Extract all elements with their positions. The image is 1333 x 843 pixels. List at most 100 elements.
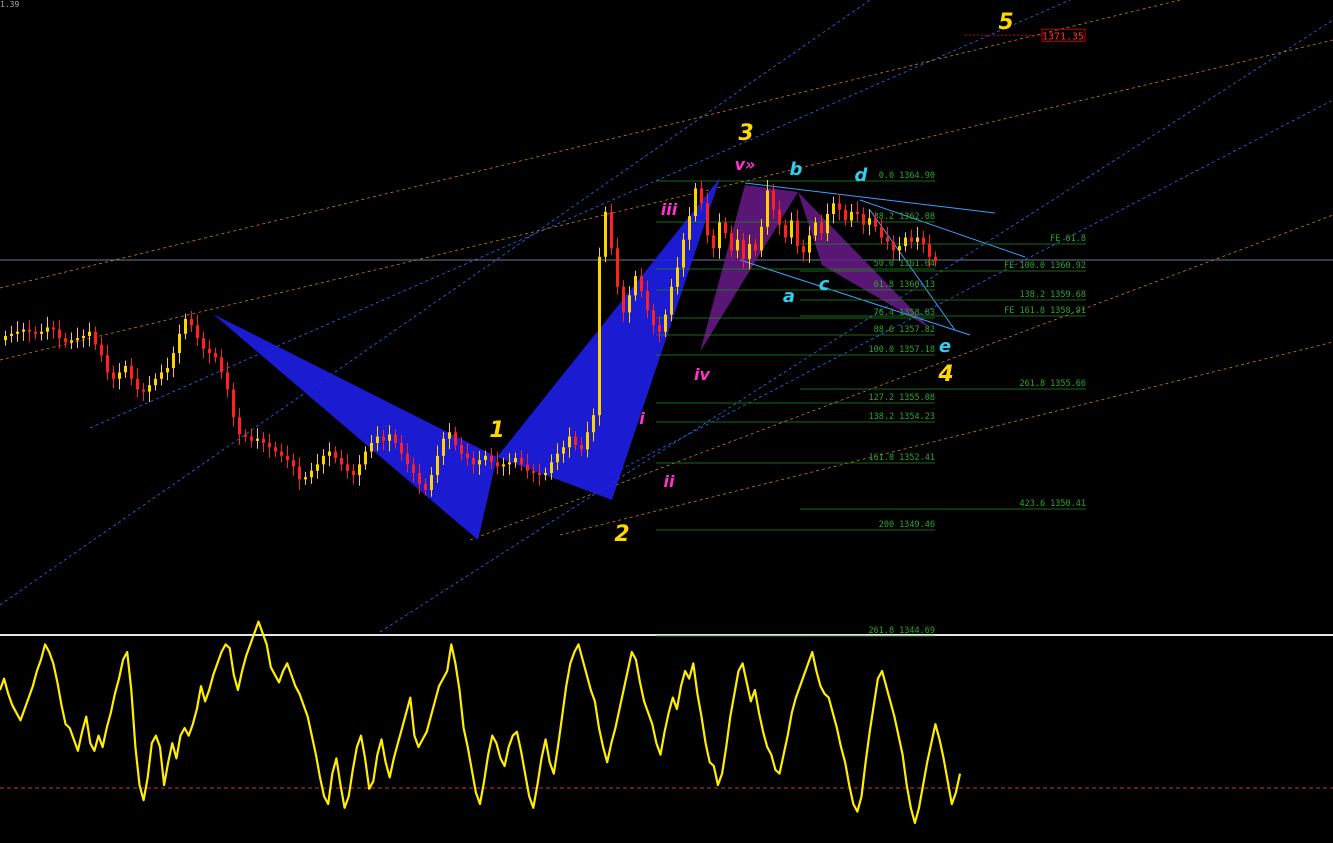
candle-body xyxy=(430,475,433,491)
price-chart[interactable]: 0.0 1364.90 38.2 1362.08 50.0 1361.04 61.8 … xyxy=(0,0,1333,843)
candle-body xyxy=(130,365,133,379)
candle-body xyxy=(286,455,289,461)
wave-label-minor: v» xyxy=(735,155,756,174)
fib-expansion-label: 138.2 1359.68 xyxy=(1019,290,1086,300)
fib-retracement-label: 50.0 1361.04 xyxy=(874,259,935,269)
xabcd-triangle-left xyxy=(213,314,497,540)
candle-body xyxy=(274,447,277,452)
wave-label-b: b xyxy=(790,159,803,180)
candle-body xyxy=(466,453,469,458)
wave-label-minor: i xyxy=(639,409,645,428)
wave-label-major-5: 5 xyxy=(998,10,1013,35)
candle-body xyxy=(742,239,745,259)
top-left-readout: 1.39 xyxy=(0,0,20,9)
fib-retracement-label: 0.0 1364.90 xyxy=(879,171,935,181)
candle-body xyxy=(628,295,631,313)
candle-body xyxy=(562,447,565,454)
fib-expansion-label: FE 61.8 xyxy=(1050,234,1086,244)
triangle-trendline xyxy=(859,199,1026,258)
candle-body xyxy=(736,239,739,251)
candle-body xyxy=(94,331,97,345)
candle-body xyxy=(172,353,175,369)
fib-retracement-label: 61.8 1360.13 xyxy=(874,280,935,290)
candle-body xyxy=(226,372,229,390)
candle-body xyxy=(754,243,757,251)
candle-body xyxy=(916,237,919,242)
candle-body xyxy=(478,460,481,465)
candle-body xyxy=(880,226,883,238)
wave-label-minor: iv xyxy=(694,365,710,384)
candle-body xyxy=(142,389,145,392)
candle-body xyxy=(784,224,787,238)
fib-retracement-label: 261.8 1344.69 xyxy=(868,626,935,636)
candle-body xyxy=(214,353,217,358)
candle-body xyxy=(106,355,109,373)
candle-body xyxy=(496,462,499,467)
candle-body xyxy=(820,222,823,234)
candle-body xyxy=(340,457,343,465)
candle-body xyxy=(574,436,577,446)
candle-body xyxy=(532,470,535,473)
wave-label-major-2: 2 xyxy=(614,522,629,547)
candle-body xyxy=(40,331,43,334)
candle-body xyxy=(604,211,607,257)
candle-body xyxy=(472,457,475,465)
candle-body xyxy=(520,457,523,465)
candle-body xyxy=(388,434,391,441)
wave-label-major-1: 1 xyxy=(489,418,504,443)
candle-body xyxy=(544,472,547,476)
candle-body xyxy=(484,455,487,461)
candle-body xyxy=(580,445,583,450)
fib-retracement-label: 138.2 1354.23 xyxy=(868,412,935,422)
candle-body xyxy=(616,248,619,287)
candle-body xyxy=(4,335,7,341)
candle-body xyxy=(856,211,859,214)
candle-body xyxy=(658,325,661,332)
candle-body xyxy=(664,314,667,332)
candle-body xyxy=(634,276,637,296)
fib-expansion-label: 261.8 1355.66 xyxy=(1019,379,1086,389)
candle-body xyxy=(190,318,193,326)
candle-body xyxy=(844,209,847,221)
fib-retracement-label: 88.6 1357.82 xyxy=(874,325,935,335)
candle-body xyxy=(922,237,925,244)
candle-body xyxy=(310,470,313,478)
candle-body xyxy=(640,276,643,292)
candle-body xyxy=(178,333,181,354)
candle-body xyxy=(382,436,385,441)
candle-body xyxy=(556,453,559,463)
candle-body xyxy=(442,438,445,456)
fib-retracement-label: 38.2 1362.08 xyxy=(874,212,935,222)
candle-body xyxy=(646,291,649,311)
candle-body xyxy=(82,335,85,339)
orange-channel-line xyxy=(0,0,1181,289)
candle-body xyxy=(802,246,805,253)
candle-body xyxy=(232,389,235,418)
oscillator-line xyxy=(0,620,962,825)
price-marker: 1371.35 xyxy=(965,28,1086,42)
candle-body xyxy=(694,188,697,217)
candle-body xyxy=(202,338,205,349)
candle-body xyxy=(328,451,331,456)
candle-body xyxy=(706,203,709,236)
fib-retracement-label: 200 1349.46 xyxy=(879,520,935,530)
candle-body xyxy=(244,434,247,437)
candle-body xyxy=(208,348,211,354)
candle-body xyxy=(454,432,457,446)
candle-body xyxy=(838,203,841,210)
candle-body xyxy=(904,237,907,247)
candle-body xyxy=(712,235,715,249)
blue-channel-line xyxy=(379,19,1333,633)
candle-body xyxy=(892,241,895,251)
candle-body xyxy=(508,462,511,465)
candle-body xyxy=(832,203,835,214)
candle-body xyxy=(424,483,427,491)
candle-body xyxy=(550,462,553,473)
candle-body xyxy=(622,286,625,313)
candle-body xyxy=(292,460,295,467)
candle-body xyxy=(160,372,163,379)
candle-body xyxy=(358,464,361,476)
candle-body xyxy=(148,385,151,392)
candle-body xyxy=(22,329,25,332)
candle-body xyxy=(778,209,781,225)
